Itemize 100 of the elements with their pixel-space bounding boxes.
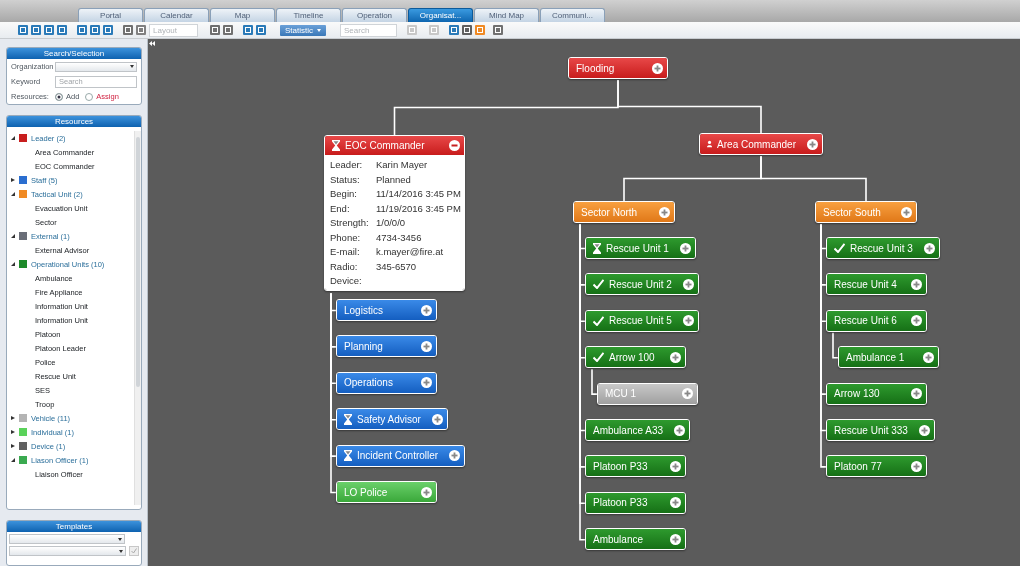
collapse-arrow-icon[interactable] <box>11 136 15 140</box>
toolbar-icon[interactable] <box>77 25 87 35</box>
node-label: Rescue Unit 5 <box>609 315 673 327</box>
expand-icon[interactable] <box>918 424 930 436</box>
expand-icon[interactable] <box>670 460 681 472</box>
org-node[interactable]: Platoon P33 <box>585 491 686 514</box>
expand-icon[interactable] <box>682 388 693 400</box>
org-node[interactable]: Planning <box>336 335 437 358</box>
expand-arrow-icon[interactable] <box>11 444 15 448</box>
scrollbar[interactable] <box>134 131 141 505</box>
collapse-arrow-icon[interactable] <box>11 458 15 462</box>
expand-icon[interactable] <box>670 533 681 545</box>
toolbar-icon[interactable] <box>57 25 67 35</box>
org-node[interactable]: Arrow 130 <box>826 382 927 405</box>
collapse-icon[interactable] <box>449 140 460 151</box>
toolbar-icon[interactable] <box>462 25 472 35</box>
node-label: Logistics <box>344 304 384 316</box>
org-node[interactable]: Ambulance <box>585 528 686 551</box>
tab[interactable]: Communi... <box>540 8 605 22</box>
org-node[interactable]: Arrow 100 <box>585 346 686 369</box>
radio-button[interactable] <box>55 92 63 101</box>
org-node[interactable]: Rescue Unit 4 <box>826 273 927 296</box>
expand-icon[interactable] <box>670 497 681 509</box>
expand-icon[interactable] <box>421 304 432 316</box>
tab[interactable]: Operation <box>342 8 407 22</box>
org-node[interactable]: Rescue Unit 3 <box>826 237 940 259</box>
node-label: Arrow 130 <box>834 388 881 400</box>
expand-icon[interactable] <box>679 242 691 254</box>
node-label: Sector North <box>581 206 639 218</box>
checkbox[interactable] <box>129 546 139 556</box>
org-node[interactable]: Safety Advisor <box>336 408 448 431</box>
expand-icon[interactable] <box>911 315 922 327</box>
expand-icon[interactable] <box>674 424 686 436</box>
org-node[interactable]: Platoon P33 <box>585 455 686 478</box>
org-node[interactable]: Flooding <box>568 57 668 79</box>
toolbar-icon[interactable] <box>123 25 133 35</box>
toolbar-icon[interactable] <box>493 25 503 35</box>
org-node[interactable]: EOC Commander Leader: Karin Mayer Status: Planned Begin: 11/14/2016 3:45 PM End: 11/19/2016 3:45 PM Strength: 1/0/0/0 Phone: 4734-3456 E-mail: k.mayer@fire.at Radio: 345-6570 Device: <box>324 135 465 291</box>
panel-title: Resources <box>7 116 141 127</box>
expand-icon[interactable] <box>911 278 922 290</box>
toolbar-icon[interactable] <box>210 25 220 35</box>
org-node[interactable]: Rescue Unit 6 <box>826 309 927 332</box>
toolbar-icon[interactable] <box>44 25 54 35</box>
expand-icon[interactable] <box>431 413 443 425</box>
dropdown-caret-icon <box>130 65 134 68</box>
org-node[interactable]: Logistics <box>336 299 437 321</box>
org-node[interactable]: Rescue Unit 333 <box>826 419 935 441</box>
toolbar-icon[interactable] <box>243 25 253 35</box>
tab[interactable]: Organisat... <box>408 8 473 22</box>
expand-icon[interactable] <box>901 206 912 218</box>
detail-label: Status: <box>330 172 361 186</box>
expand-icon[interactable] <box>421 486 432 498</box>
toolbar-icon[interactable] <box>136 25 146 35</box>
collapse-arrow-icon[interactable] <box>11 192 15 196</box>
org-node[interactable]: Operations <box>336 371 437 394</box>
toolbar-icon[interactable] <box>90 25 100 35</box>
org-node[interactable]: Platoon 77 <box>826 455 927 478</box>
org-node[interactable]: Ambulance A33 <box>585 419 691 441</box>
collapse-arrow-icon[interactable] <box>11 262 15 266</box>
tab[interactable]: Calendar <box>144 8 209 22</box>
expand-arrow-icon[interactable] <box>11 416 15 420</box>
expand-arrow-icon[interactable] <box>11 430 15 434</box>
collapse-arrow-icon[interactable] <box>11 234 15 238</box>
toolbar-icon[interactable] <box>223 25 233 35</box>
dropdown-caret-icon <box>118 537 122 541</box>
expand-icon[interactable] <box>911 388 922 400</box>
expand-icon[interactable] <box>682 315 694 327</box>
org-node[interactable]: Area Commander <box>699 133 823 155</box>
expand-icon[interactable] <box>421 340 432 352</box>
tab[interactable]: Map <box>210 8 275 22</box>
radio-button[interactable] <box>85 92 94 101</box>
panel-title: Search/Selection <box>7 48 141 59</box>
expand-arrow-icon[interactable] <box>11 178 15 182</box>
expand-icon[interactable] <box>670 351 681 363</box>
org-node[interactable]: Incident Controller <box>336 444 466 467</box>
expand-icon[interactable] <box>421 377 432 389</box>
expand-icon[interactable] <box>659 206 670 218</box>
expand-icon[interactable] <box>923 242 935 254</box>
statistic-button[interactable]: Statistic <box>280 24 326 36</box>
detail-value: 1/0/0/0 <box>376 216 407 230</box>
toolbar-icon[interactable] <box>449 25 459 35</box>
expand-icon[interactable] <box>682 278 694 290</box>
node-label: Ambulance A33 <box>593 424 665 436</box>
org-node[interactable]: Rescue Unit 5 <box>585 309 699 332</box>
tab[interactable]: Mind Map <box>474 8 539 22</box>
toolbar-icon[interactable] <box>103 25 113 35</box>
toolbar-icon[interactable] <box>256 25 266 35</box>
expand-icon[interactable] <box>911 460 922 472</box>
expand-icon[interactable] <box>923 351 934 363</box>
tab[interactable]: Portal <box>78 8 143 22</box>
expand-icon[interactable] <box>652 62 663 74</box>
toolbar-icon[interactable] <box>18 25 28 35</box>
org-node[interactable]: Rescue Unit 1 <box>585 237 696 259</box>
collapse-sidebar-icon[interactable] <box>149 41 155 46</box>
toolbar-icon[interactable] <box>31 25 41 35</box>
org-node[interactable]: Rescue Unit 2 <box>585 273 699 296</box>
tab[interactable]: Timeline <box>276 8 341 22</box>
expand-icon[interactable] <box>807 138 818 150</box>
org-node[interactable]: Ambulance 1 <box>838 346 939 369</box>
expand-icon[interactable] <box>449 450 461 462</box>
